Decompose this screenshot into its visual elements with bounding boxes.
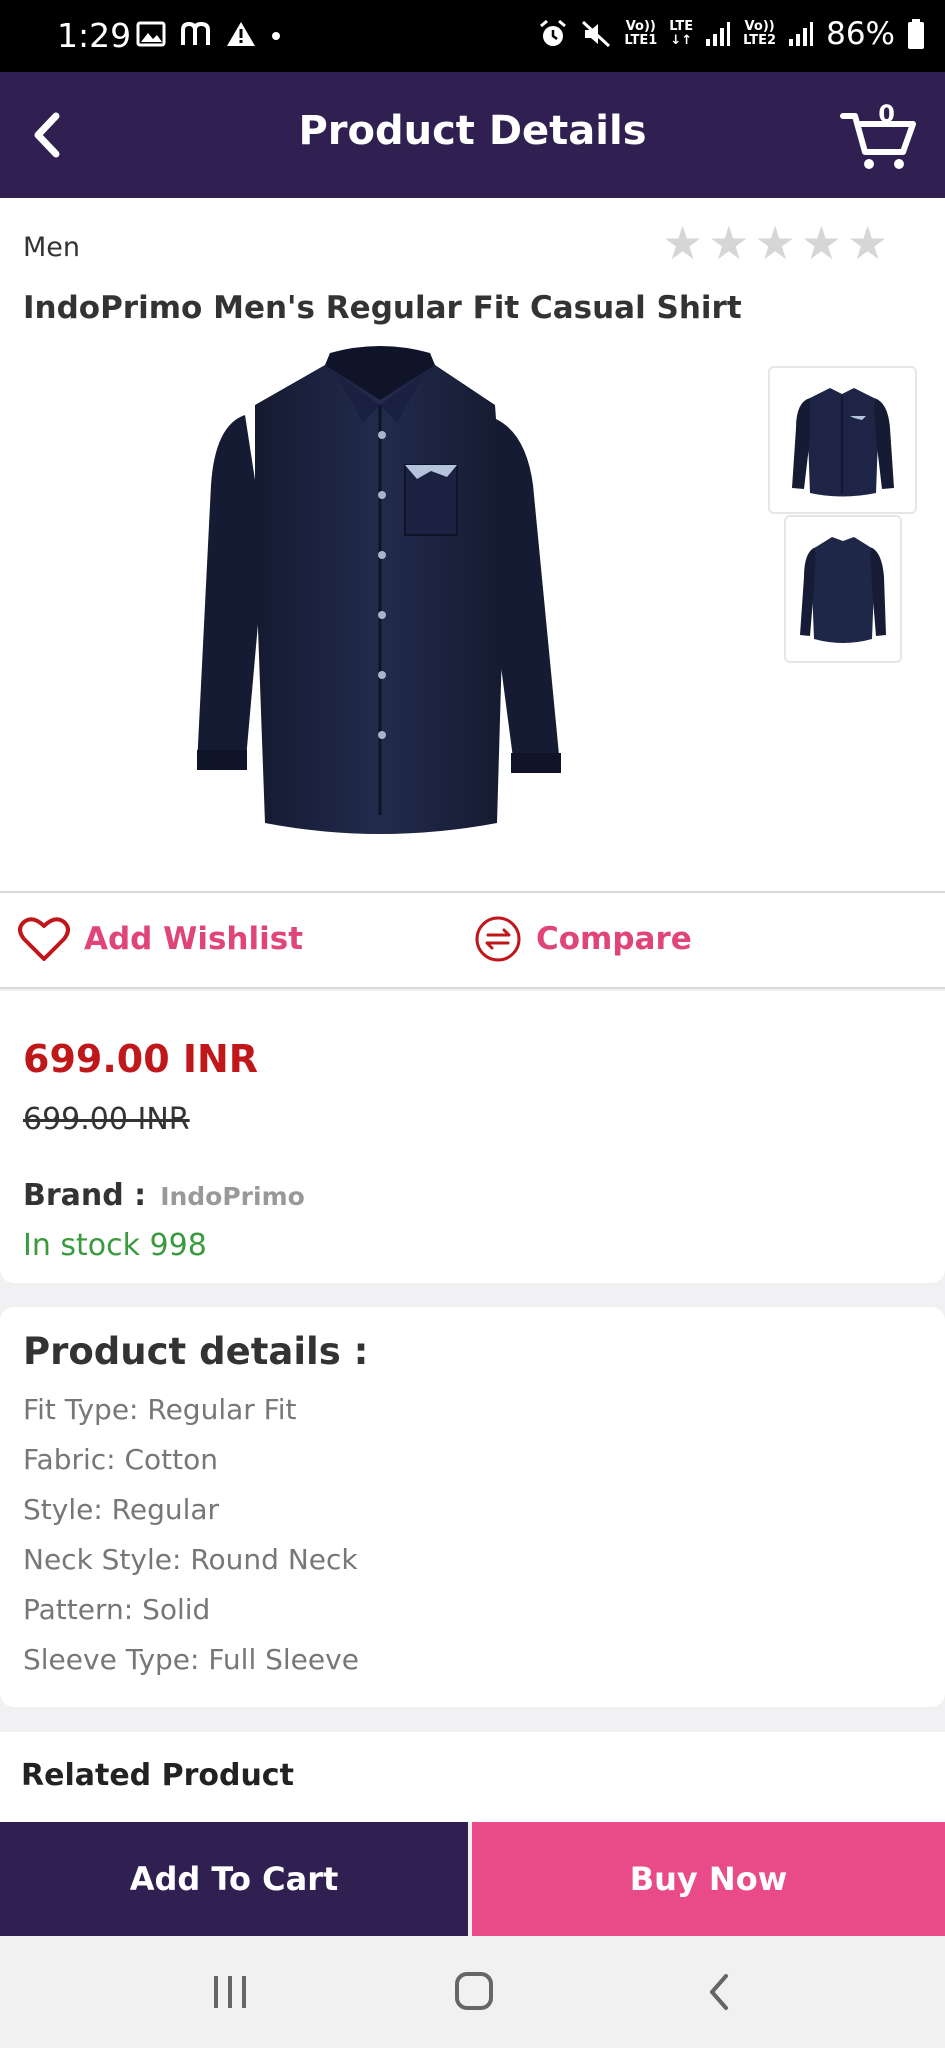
- battery-icon: [908, 19, 924, 49]
- detail-item-sleeve-type: Sleeve Type: Full Sleeve: [23, 1643, 359, 1676]
- status-time: 1:29: [57, 16, 132, 55]
- signal-icon: [706, 22, 731, 46]
- sim1-indicator: Vo)) LTE1: [624, 20, 657, 48]
- notification-icons: [136, 20, 282, 48]
- system-back-button[interactable]: [692, 1966, 752, 2020]
- detail-item-style: Style: Regular: [23, 1493, 220, 1526]
- sim1-volte-label: Vo)): [625, 19, 656, 34]
- system-icons: Vo)) LTE1 LTE ↓↑ Vo)) LTE2 86%: [538, 16, 925, 52]
- sim2-lte-label: LTE2: [743, 33, 777, 48]
- gallery-icon: [136, 21, 166, 47]
- product-price: 699.00 INR: [23, 1037, 259, 1081]
- sim2-volte-label: Vo)): [744, 19, 775, 34]
- product-name: IndoPrimo Men's Regular Fit Casual Shirt: [23, 290, 742, 326]
- system-nav-bar: [0, 1936, 945, 2048]
- shirt-front-thumbnail-image: [792, 388, 894, 497]
- data-indicator: LTE ↓↑: [669, 20, 693, 48]
- related-product-title: Related Product: [21, 1758, 294, 1793]
- warning-icon: [227, 22, 255, 46]
- compare-label: Compare: [536, 921, 692, 957]
- detail-item-fabric: Fabric: Cotton: [23, 1443, 219, 1476]
- cart-count-badge: 0: [878, 100, 895, 128]
- compare-button[interactable]: Compare: [474, 915, 692, 963]
- sim2-indicator: Vo)) LTE2: [743, 20, 776, 48]
- lte-label: LTE: [669, 19, 694, 34]
- rating-stars: ★ ★ ★ ★ ★: [662, 220, 888, 266]
- status-bar: 1:29 Vo)) LTE1 LTE ↓↑ Vo)) LTE2 86%: [0, 0, 945, 72]
- m-app-icon: [181, 21, 210, 45]
- alarm-icon: [540, 19, 567, 46]
- brand-row: Brand : IndoPrimo: [23, 1178, 305, 1213]
- star-icon: ★: [800, 216, 842, 270]
- battery-percent: 86%: [826, 16, 895, 52]
- page-title: Product Details: [298, 108, 647, 154]
- recent-apps-icon: [214, 1976, 246, 2008]
- signal-icon: [789, 22, 814, 46]
- add-wishlist-label: Add Wishlist: [84, 921, 304, 957]
- system-back-icon: [710, 1974, 728, 2010]
- mute-icon: [582, 20, 611, 48]
- add-wishlist-button[interactable]: Add Wishlist: [18, 915, 303, 963]
- stock-status: In stock 998: [23, 1228, 207, 1263]
- shirt-back-thumbnail-image: [800, 537, 886, 643]
- home-icon: [455, 1972, 493, 2010]
- add-to-cart-button[interactable]: Add To Cart: [0, 1822, 468, 1936]
- buy-now-button[interactable]: Buy Now: [472, 1822, 945, 1936]
- actions-row: Add Wishlist Compare: [0, 893, 945, 989]
- compare-icon: [475, 916, 521, 962]
- sim1-lte-label: LTE1: [624, 33, 658, 48]
- brand-label: Brand :: [23, 1178, 147, 1213]
- product-details-title: Product details :: [23, 1330, 369, 1373]
- detail-item-neck-style: Neck Style: Round Neck: [23, 1543, 358, 1576]
- heart-icon: [18, 917, 70, 961]
- star-icon: ★: [662, 216, 704, 270]
- product-thumbnail-back[interactable]: [784, 515, 902, 663]
- product-thumbnail-front[interactable]: [768, 366, 917, 514]
- data-arrows-icon: ↓↑: [670, 33, 693, 48]
- recent-apps-button[interactable]: [200, 1966, 260, 2020]
- brand-value: IndoPrimo: [160, 1182, 305, 1211]
- product-category: Men: [23, 232, 81, 263]
- product-main-image[interactable]: [185, 345, 575, 840]
- home-button[interactable]: [445, 1966, 505, 2020]
- star-icon: ★: [708, 216, 750, 270]
- original-price: 699.00 INR: [23, 1102, 190, 1137]
- star-icon: ★: [847, 216, 889, 270]
- detail-item-fit-type: Fit Type: Regular Fit: [23, 1393, 297, 1426]
- app-bar: Product Details 0: [0, 72, 945, 198]
- star-icon: ★: [754, 216, 796, 270]
- detail-item-pattern: Pattern: Solid: [23, 1593, 211, 1626]
- dot-icon: [272, 32, 280, 40]
